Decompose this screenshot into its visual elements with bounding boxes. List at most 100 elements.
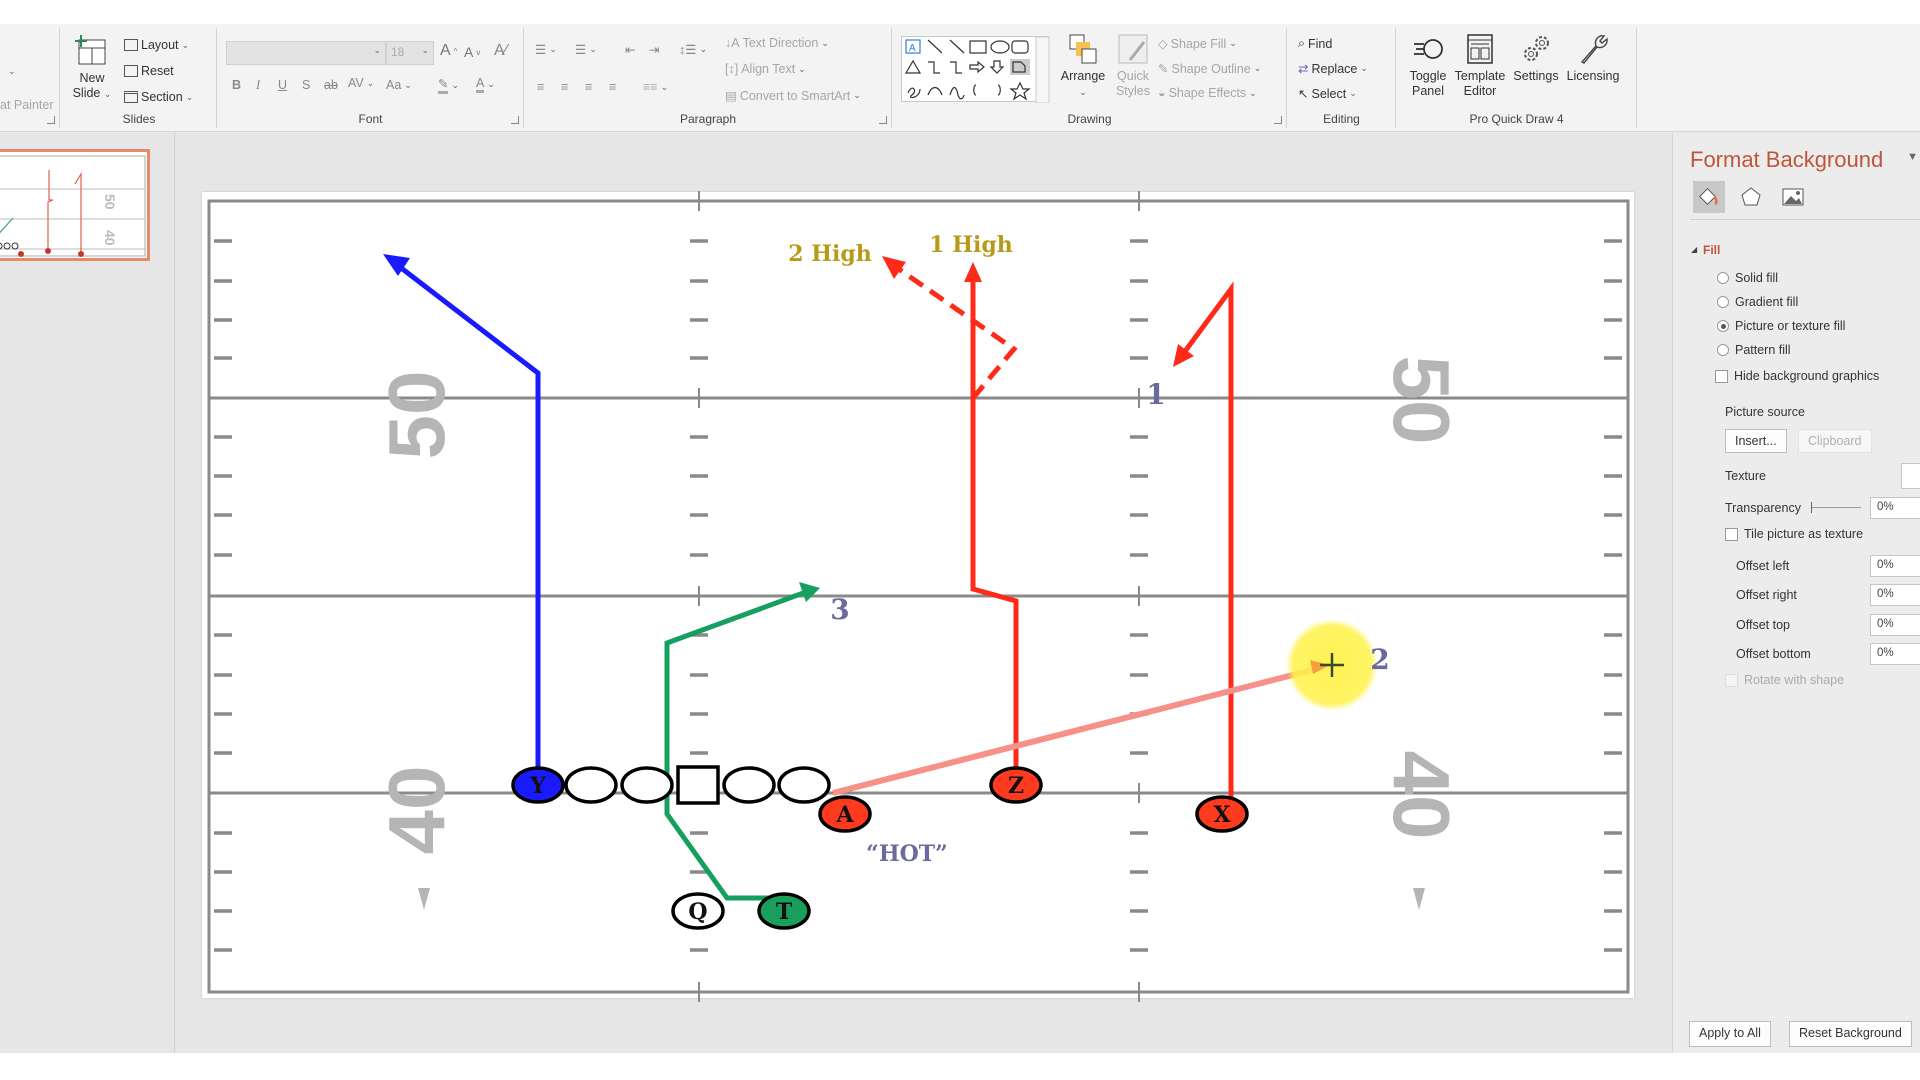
section-label: Section	[141, 90, 183, 104]
font-size-dropdown[interactable]: 18 ⌄	[386, 41, 434, 65]
radio-button[interactable]	[1717, 272, 1729, 284]
licensing-button[interactable]: Licensing	[1563, 32, 1623, 84]
new-slide-button[interactable]: New Slide ⌄	[70, 34, 114, 102]
strikethrough-button[interactable]: ab	[324, 78, 338, 92]
line-spacing-button[interactable]: ↕☰ ⌄	[679, 42, 707, 57]
slide[interactable]	[202, 192, 1634, 998]
chevron-down-icon: ⌄	[1079, 87, 1087, 97]
shadow-button[interactable]: S	[302, 78, 310, 92]
offset-right-input[interactable]: 0%	[1870, 584, 1920, 606]
shape-fill-label: Shape Fill	[1170, 36, 1227, 51]
italic-button[interactable]: I	[256, 78, 260, 93]
toggle-panel-button[interactable]: Toggle Panel	[1403, 32, 1453, 99]
font-size-value: 18	[391, 45, 405, 59]
align-left-button[interactable]: ≡	[537, 80, 544, 94]
template-editor-label-2: Editor	[1463, 84, 1497, 98]
offset-bottom-input[interactable]: 0%	[1870, 643, 1920, 665]
arrange-button[interactable]: Arrange ⌄	[1057, 32, 1109, 100]
shape-outline-button[interactable]: ✎ Shape Outline ⌄	[1158, 61, 1261, 77]
justify-button[interactable]: ≡	[609, 80, 616, 94]
clear-formatting-button[interactable]: A⁄	[494, 42, 507, 60]
dialog-launcher-icon[interactable]	[47, 116, 55, 124]
checkbox-disabled[interactable]	[1725, 673, 1738, 687]
underline-button[interactable]: U	[278, 78, 287, 92]
texture-label: Texture	[1725, 469, 1766, 483]
hide-background-graphics-checkbox[interactable]: Hide background graphics	[1715, 369, 1879, 383]
decrease-indent-button[interactable]: ⇤	[625, 42, 635, 57]
template-editor-button[interactable]: Template Editor	[1453, 32, 1507, 99]
dialog-launcher-icon[interactable]	[1274, 116, 1282, 124]
font-color-button[interactable]: A ⌄	[476, 76, 495, 93]
settings-button[interactable]: Settings	[1509, 32, 1563, 84]
chevron-down-icon: ⌄	[1229, 38, 1237, 48]
format-painter-button[interactable]: at Painter	[0, 98, 54, 112]
layout-icon	[124, 39, 138, 51]
transparency-slider[interactable]	[1811, 502, 1861, 513]
radio-solid-fill[interactable]: Solid fill	[1717, 271, 1778, 285]
slide-thumbnail-1[interactable]: 50 40	[0, 149, 150, 261]
pane-options-dropdown[interactable]: ▼	[1907, 151, 1918, 163]
shrink-font-button[interactable]: Av	[464, 44, 480, 60]
radio-gradient-fill[interactable]: Gradient fill	[1717, 295, 1798, 309]
collapse-triangle-icon[interactable]: ◢	[1691, 245, 1697, 254]
columns-button[interactable]: ≡≡ ⌄	[643, 80, 668, 94]
slide-thumbnail-preview: 50 40	[0, 155, 146, 257]
radio-pattern-fill[interactable]: Pattern fill	[1717, 343, 1791, 357]
rotate-with-shape-checkbox[interactable]: Rotate with shape	[1725, 673, 1844, 687]
grow-font-button[interactable]: A ^	[440, 42, 457, 60]
shapes-gallery[interactable]: A	[901, 36, 1050, 104]
change-case-button[interactable]: Aa ⌄	[386, 78, 412, 92]
bold-button[interactable]: B	[232, 78, 241, 92]
tab-picture[interactable]	[1777, 181, 1809, 213]
replace-button[interactable]: ⇄ Replace ⌄	[1298, 61, 1368, 77]
font-name-dropdown[interactable]: ⌄	[226, 41, 386, 65]
fill-section-header[interactable]: Fill	[1703, 243, 1720, 257]
align-right-button[interactable]: ≡	[585, 80, 592, 94]
reset-background-button[interactable]: Reset Background	[1789, 1021, 1912, 1047]
editing-group: ⌕ Find ⇄ Replace ⌄ ↖ Select ⌄ Editing	[1288, 28, 1396, 128]
tab-effects[interactable]	[1735, 181, 1767, 213]
radio-button-selected[interactable]	[1717, 320, 1729, 332]
chevron-down-icon: ⌄	[798, 63, 806, 74]
quick-styles-button[interactable]: Quick Styles	[1111, 32, 1155, 99]
increase-indent-button[interactable]: ⇥	[649, 42, 659, 57]
dialog-launcher-icon[interactable]	[879, 116, 887, 124]
radio-button[interactable]	[1717, 296, 1729, 308]
convert-smartart-button[interactable]: ▤ Convert to SmartArt ⌄	[725, 88, 861, 104]
reset-button[interactable]: Reset	[124, 64, 174, 78]
character-spacing-button[interactable]: AV ⌄	[348, 76, 374, 90]
tile-picture-checkbox[interactable]: Tile picture as texture	[1725, 527, 1863, 541]
checkbox[interactable]	[1715, 369, 1728, 383]
highlight-color-button[interactable]: ✎ ⌄	[438, 76, 459, 94]
align-center-button[interactable]: ≡	[561, 80, 568, 94]
chevron-down-icon: ⌄	[185, 91, 194, 102]
bullets-button[interactable]: ☰ ⌄	[535, 42, 557, 57]
text-direction-button[interactable]: ↓A Text Direction ⌄	[725, 36, 829, 50]
insert-button[interactable]: Insert...	[1725, 429, 1787, 453]
quick-styles-label-1: Quick	[1117, 69, 1149, 83]
offset-left-input[interactable]: 0%	[1870, 555, 1920, 577]
shape-fill-button[interactable]: ◇ Shape Fill ⌄	[1158, 36, 1237, 52]
find-button[interactable]: ⌕ Find	[1298, 36, 1332, 51]
offset-top-input[interactable]: 0%	[1870, 614, 1920, 636]
apply-to-all-button[interactable]: Apply to All	[1689, 1021, 1771, 1047]
tab-fill[interactable]	[1693, 181, 1725, 213]
section-button[interactable]: Section ⌄	[124, 90, 193, 104]
align-right-icon: ≡	[585, 80, 593, 94]
select-button[interactable]: ↖ Select ⌄	[1298, 86, 1357, 102]
dialog-launcher-icon[interactable]	[511, 116, 519, 124]
clipboard-button[interactable]: Clipboard	[1798, 429, 1872, 453]
numbering-button[interactable]: ☰ ⌄	[575, 42, 597, 57]
transparency-input[interactable]: 0%	[1870, 497, 1920, 519]
layout-button[interactable]: Layout ⌄	[124, 38, 189, 52]
align-text-button[interactable]: [↕] Align Text ⌄	[725, 62, 806, 76]
line-spacing-icon: ↕☰	[679, 43, 697, 57]
shape-effects-button[interactable]: ◒ Shape Effects ⌄	[1158, 86, 1257, 100]
radio-button[interactable]	[1717, 344, 1729, 356]
radio-picture-fill[interactable]: Picture or texture fill	[1717, 319, 1845, 333]
chevron-down-icon: ⌄	[1249, 87, 1257, 98]
texture-picker[interactable]	[1901, 463, 1920, 489]
offset-bottom-label: Offset bottom	[1736, 647, 1811, 661]
chevron-down-icon: ⌄	[549, 44, 557, 54]
checkbox[interactable]	[1725, 527, 1738, 541]
